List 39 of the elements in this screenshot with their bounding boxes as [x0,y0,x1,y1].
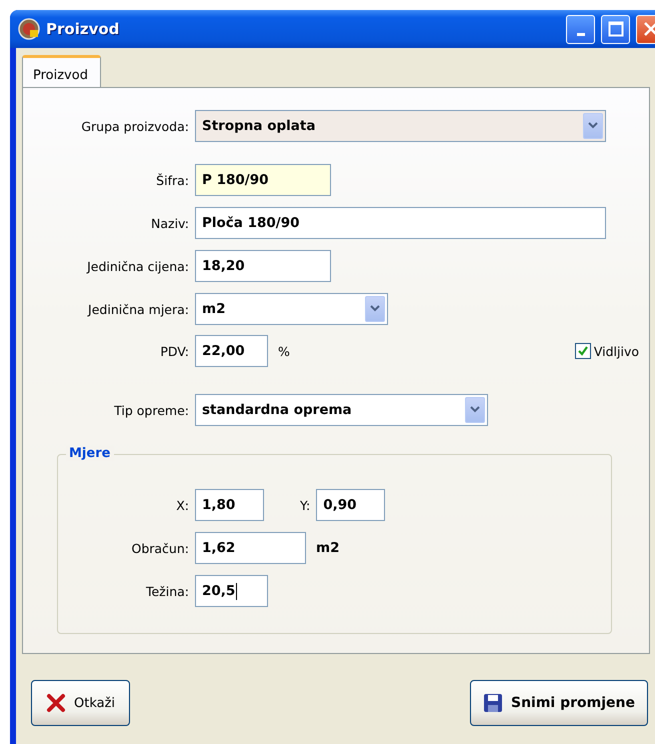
field-label: Naziv: [150,216,190,230]
checkbox[interactable] [574,343,591,359]
maximize-button[interactable] [601,14,630,44]
unit-label: m2 [316,540,340,556]
field-label: Težina: [144,584,190,598]
field-label: Jedinična mjera: [86,302,190,316]
dropdown-field[interactable]: m2 [195,293,388,325]
window-title: Proizvod [46,20,120,38]
field-label: PDV: [159,344,190,358]
field-label: Y: [300,498,310,512]
text-field[interactable]: 18,20 [195,250,331,282]
field-label: Jedinična cijena: [86,258,190,274]
cancel-button[interactable]: Otkaži [31,680,130,726]
cross-icon [46,693,66,713]
minimize-icon [576,32,584,36]
minimize-button[interactable] [566,14,595,44]
close-icon [642,21,655,37]
app-logo-icon [18,18,40,40]
text-field[interactable]: 1,62 [195,532,306,564]
unit-label: % [278,344,290,358]
field-label: Šifra: [155,172,190,188]
group-title: Mjere [66,446,114,461]
text-field[interactable]: P 180/90 [195,164,331,196]
text-field[interactable]: Ploča 180/90 [195,207,606,239]
save-icon [483,693,503,713]
save-button[interactable]: Snimi promjene [470,680,648,726]
text-field[interactable]: 1,80 [195,489,264,521]
tab[interactable]: Proizvod [22,55,101,87]
text-field[interactable]: 22,00 [195,335,268,367]
dropdown-field[interactable]: standardna oprema [195,394,488,426]
field-label: Tip opreme: [113,402,190,418]
text-field[interactable]: 20,5 [195,575,268,607]
text-field[interactable]: 0,90 [316,489,386,521]
dropdown-field[interactable]: Stropna oplata [195,110,606,142]
field-label: Grupa proizvoda: [80,118,190,134]
checkbox-label: Vidljivo [594,344,639,358]
maximize-icon [608,21,624,37]
field-label: Obračun: [130,540,190,556]
field-label: X: [175,498,190,512]
